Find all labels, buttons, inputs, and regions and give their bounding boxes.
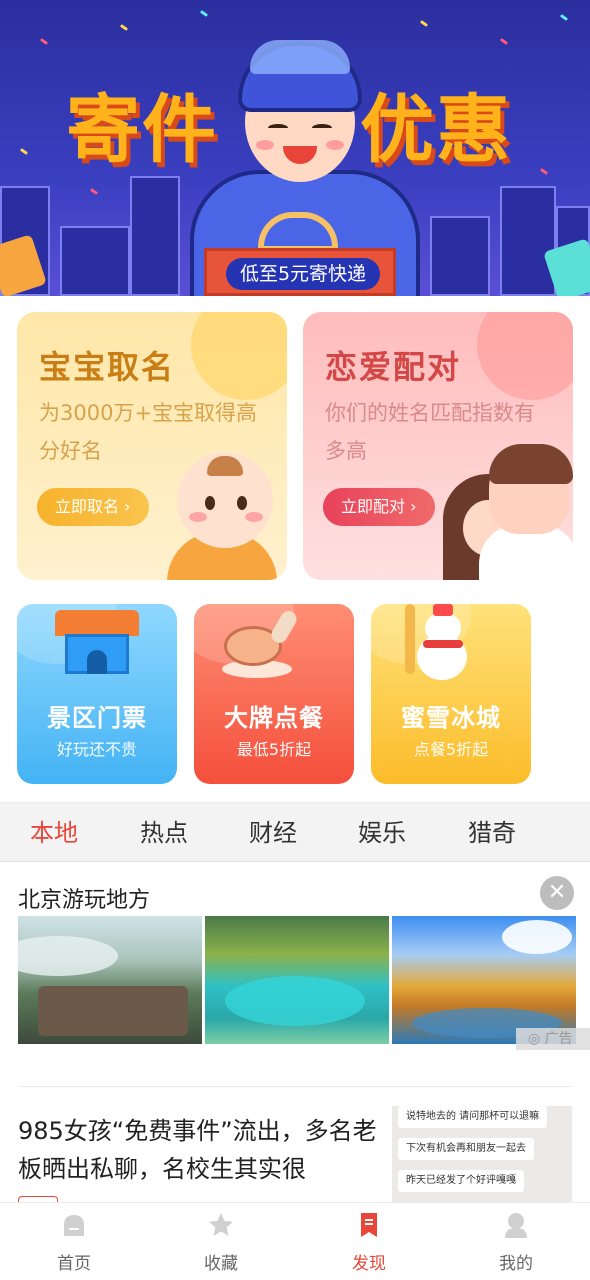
bottom-nav: 首页 收藏 发现 我的	[0, 1202, 590, 1280]
nav-label: 发现	[352, 1254, 386, 1274]
nav-discover[interactable]: 发现	[319, 1203, 419, 1280]
tab-curious[interactable]: 猎奇	[468, 803, 516, 863]
banner-title-right: 优惠	[360, 87, 512, 173]
tab-finance[interactable]: 财经	[249, 803, 297, 863]
chat-bubble: 说特地去的 请问那杯可以退嘛	[398, 1106, 548, 1128]
nav-label: 我的	[499, 1254, 533, 1274]
card-description: 点餐5折起	[413, 740, 489, 759]
card-title: 宝宝取名	[39, 348, 176, 386]
card-description: 好玩还不贵	[56, 740, 137, 759]
nav-home[interactable]: 首页	[24, 1203, 124, 1280]
card-decoration	[477, 312, 573, 400]
ice-cream-icon	[405, 604, 415, 674]
gate-icon-door	[87, 650, 107, 674]
tab-local[interactable]: 本地	[30, 803, 78, 863]
nav-profile[interactable]: 我的	[466, 1203, 566, 1280]
nav-label: 收藏	[204, 1254, 238, 1274]
home-icon	[64, 1215, 84, 1236]
bookmark-icon	[361, 1213, 377, 1237]
courier-helmet-visor	[250, 40, 350, 74]
couple-hair	[489, 444, 573, 484]
promo-banner[interactable]: 寄件 优惠 低至5元寄快递	[0, 0, 590, 296]
baby-cheek	[245, 512, 263, 522]
courier-cheek	[326, 140, 344, 150]
courier-cheek	[256, 140, 274, 150]
love-match-card[interactable]: 恋爱配对 你们的姓名匹配指数有多高 立即配对 ›	[303, 312, 573, 580]
card-title: 恋爱配对	[325, 348, 462, 386]
card-title: 大牌点餐	[224, 704, 324, 732]
courier-eye	[268, 124, 288, 132]
nav-favorites[interactable]: 收藏	[171, 1203, 271, 1280]
card-description: 最低5折起	[236, 740, 312, 759]
baby-cheek	[189, 512, 207, 522]
banner-title-left: 寄件	[66, 87, 218, 173]
feed-item-title[interactable]: 北京游玩地方	[18, 882, 150, 914]
tab-hot[interactable]: 热点	[140, 803, 188, 863]
ad-label: ◎ 广告	[516, 1028, 590, 1050]
card-title: 景区门票	[47, 704, 147, 732]
news-category-tabs: 本地 热点 财经 娱乐 猎奇	[0, 802, 590, 862]
nav-label: 首页	[57, 1254, 91, 1274]
card-decoration	[191, 312, 287, 400]
scarf-icon	[423, 640, 463, 648]
user-icon	[505, 1213, 527, 1238]
gate-icon	[55, 610, 139, 636]
baby-naming-card[interactable]: 宝宝取名 为3000万+宝宝取得高分好名 立即取名 ›	[17, 312, 287, 580]
baby-naming-button[interactable]: 立即取名 ›	[37, 488, 149, 526]
chat-bubble: 昨天已经发了个好评嘎嘎	[398, 1170, 524, 1192]
city-building	[430, 216, 490, 296]
feed-photo[interactable]	[205, 916, 389, 1044]
love-match-button[interactable]: 立即配对 ›	[323, 488, 435, 526]
city-building	[500, 186, 556, 296]
brand-food-card[interactable]: 大牌点餐 最低5折起	[194, 604, 354, 784]
article-thumbnail[interactable]: 说特地去的 请问那杯可以退嘛 下次有机会再和朋友一起去 昨天已经发了个好评嘎嘎	[392, 1106, 572, 1202]
divider	[18, 1086, 572, 1087]
baby-eye	[237, 496, 247, 510]
feed-photo[interactable]	[18, 916, 202, 1044]
close-icon[interactable]: ✕	[540, 876, 574, 910]
article-headline[interactable]: 985女孩“免费事件”流出，多名老板晒出私聊，名校生其实很	[18, 1112, 378, 1188]
chat-bubble: 下次有机会再和朋友一起去	[398, 1138, 534, 1160]
card-title: 蜜雪冰城	[401, 704, 501, 732]
crown-icon	[433, 604, 453, 616]
tab-entertainment[interactable]: 娱乐	[358, 803, 406, 863]
mixue-card[interactable]: 蜜雪冰城 点餐5折起	[371, 604, 531, 784]
star-icon	[209, 1213, 233, 1236]
app-screen: 寄件 优惠 低至5元寄快递 宝宝取名 为3000万+宝宝取得高分好名 立即取名 …	[0, 0, 590, 1280]
banner-pill: 低至5元寄快递	[226, 258, 380, 290]
city-building	[130, 176, 180, 296]
baby-eye	[205, 496, 215, 510]
scenic-ticket-card[interactable]: 景区门票 好玩还不贵	[17, 604, 177, 784]
city-building	[60, 226, 130, 296]
feed-photo[interactable]	[392, 916, 576, 1044]
courier-eye	[312, 124, 332, 132]
